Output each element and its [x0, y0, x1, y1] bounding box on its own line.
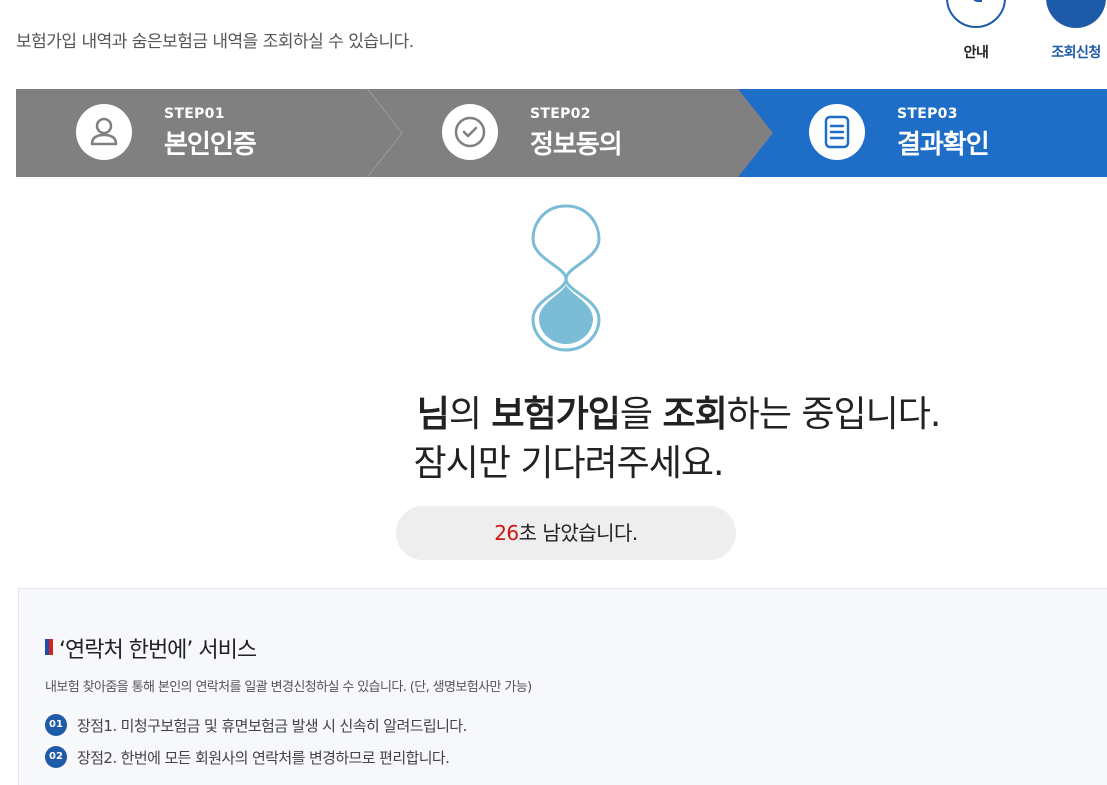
- service-title: ‘연락처 한번에’ 서비스: [59, 638, 257, 663]
- list-item: 02 장점2. 한번에 모든 회원사의 연락처를 변경하므로 편리합니다.: [45, 746, 450, 768]
- step-name: 본인인증: [164, 130, 257, 160]
- step-name: 정보동의: [530, 130, 623, 160]
- document-icon: [809, 104, 865, 160]
- number-badge: 01: [45, 714, 67, 736]
- apply-inquiry-button[interactable]: 조회신청: [1044, 0, 1107, 62]
- insurance-keyword: 보험가입: [491, 394, 620, 435]
- check-circle-icon: [442, 104, 498, 160]
- wait-message: 잠시만 기다려주세요.: [413, 443, 725, 484]
- message-particle: 을: [619, 394, 663, 435]
- step-number: STEP01: [164, 106, 225, 122]
- page-description: 보험가입 내역과 숨은보험금 내역을 조회하실 수 있습니다.: [16, 32, 414, 52]
- list-item-text: 장점1. 미청구보험금 및 휴면보험금 발생 시 신속히 알려드립니다.: [77, 716, 467, 735]
- step-number: STEP03: [897, 106, 958, 122]
- person-icon: [76, 104, 132, 160]
- hourglass-loading-icon: [531, 204, 601, 352]
- name-suffix: 님: [416, 394, 450, 435]
- countdown-timer: 26초 남았습니다.: [396, 506, 736, 560]
- message-rest: 하는 중입니다.: [726, 394, 942, 435]
- guide-button[interactable]: 안내: [944, 0, 1008, 62]
- step-progress-bar: STEP01 본인인증 STEP02 정보동의 STEP03 결과확인: [16, 89, 1107, 177]
- info-circle-icon: [946, 0, 1006, 28]
- list-item-text: 장점2. 한번에 모든 회원사의 연락처를 변경하므로 편리합니다.: [77, 748, 450, 767]
- apply-inquiry-button-label: 조회신청: [1051, 45, 1101, 61]
- message-of: 의: [448, 394, 492, 435]
- countdown-suffix: 초 남았습니다.: [518, 521, 639, 545]
- search-apply-icon: [1046, 0, 1106, 28]
- inquiry-status-message: 님의 보험가입을 조회하는 중입니다.: [0, 385, 1107, 437]
- step-number: STEP02: [530, 106, 591, 122]
- contact-service-panel: ‘연락처 한번에’ 서비스 내보험 찾아줌을 통해 본인의 연락처를 일괄 변경…: [18, 588, 1107, 785]
- step-separator-arrow: [366, 89, 403, 177]
- guide-button-label: 안내: [963, 45, 989, 61]
- countdown-seconds: 26: [494, 521, 519, 545]
- title-bullet-icon: [45, 639, 53, 655]
- list-item: 01 장점1. 미청구보험금 및 휴면보험금 발생 시 신속히 알려드립니다.: [45, 714, 467, 736]
- service-description: 내보험 찾아줌을 통해 본인의 연락처를 일괄 변경신청하실 수 있습니다. (…: [45, 680, 532, 695]
- inquiry-keyword: 조회: [662, 394, 727, 435]
- step-name: 결과확인: [897, 130, 990, 160]
- number-badge: 02: [45, 746, 67, 768]
